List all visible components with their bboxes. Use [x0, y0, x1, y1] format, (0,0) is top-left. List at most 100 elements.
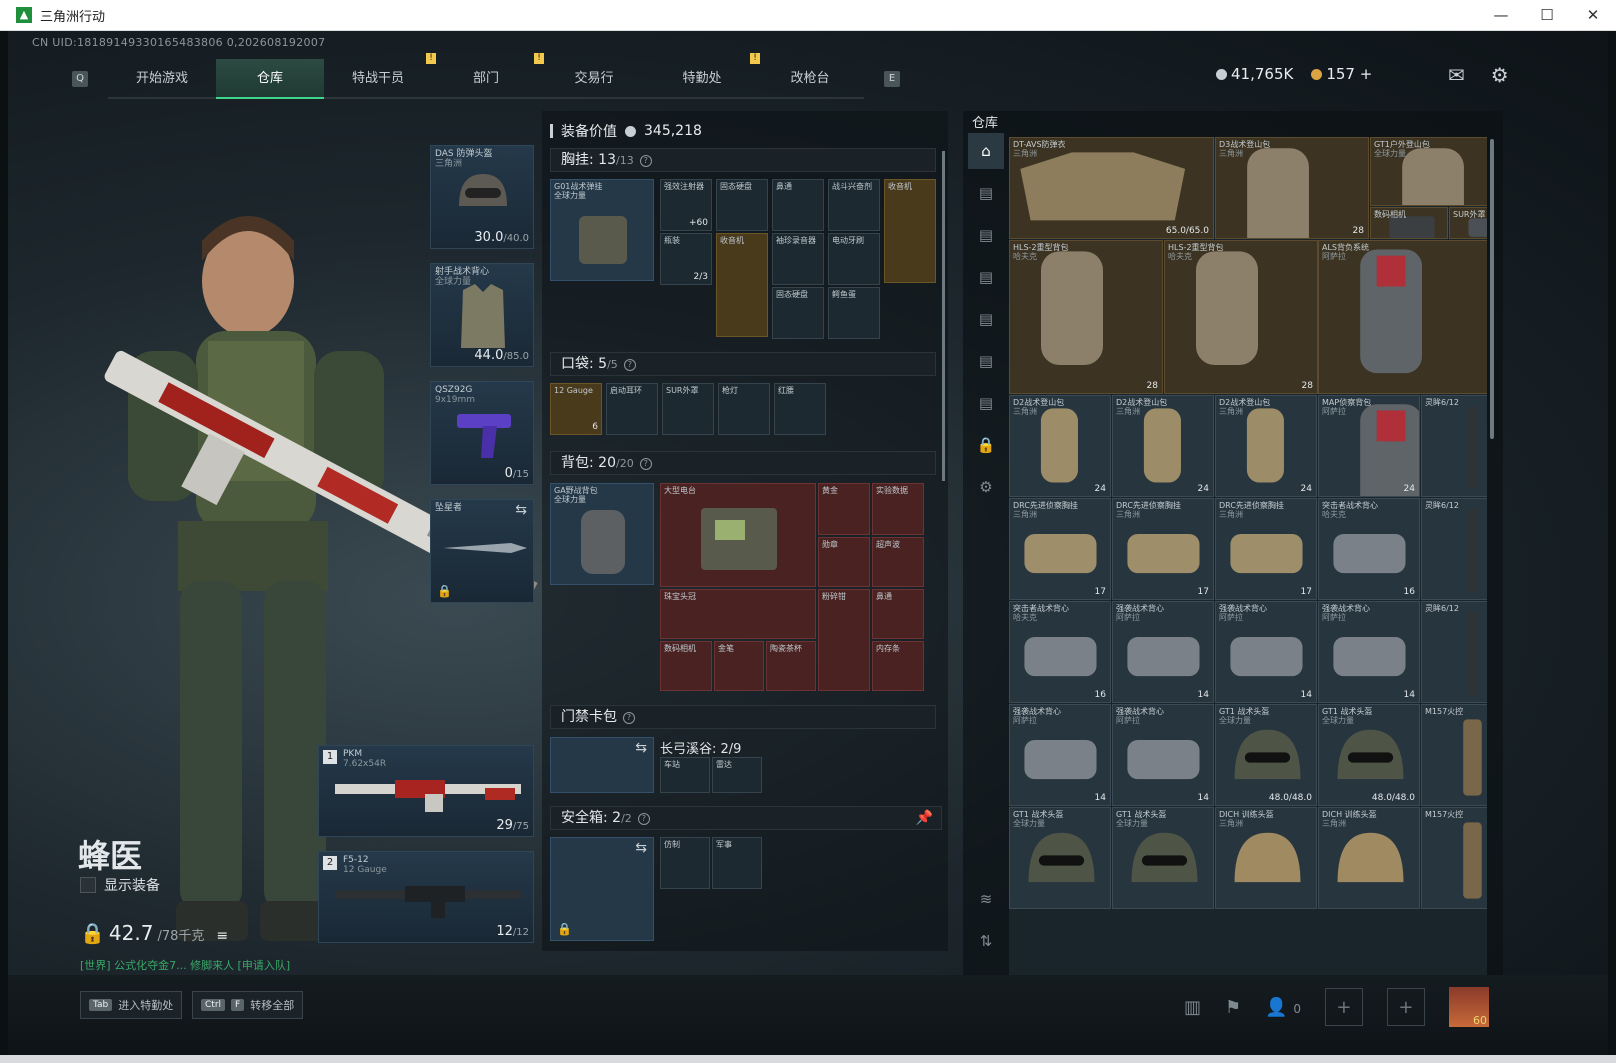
squad-button[interactable]: 👤 0 [1265, 997, 1301, 1018]
premium-coin[interactable]: 157 + [1311, 65, 1372, 83]
chest-item[interactable]: 电动牙刷 [828, 233, 880, 285]
add-currency-button[interactable]: + [1360, 65, 1373, 83]
warehouse-item[interactable]: GT1 战术头盔 全球力量 [1009, 807, 1111, 909]
minimize-button[interactable]: — [1478, 0, 1524, 31]
transfer-all-button[interactable]: Ctrl F 转移全部 [192, 991, 304, 1019]
warehouse-item[interactable]: GT1 战术头盔 全球力量 [1112, 807, 1214, 909]
warehouse-item[interactable]: D2战术登山包 三角洲 24 [1009, 395, 1111, 497]
helmet-slot[interactable]: DAS 防弹头盔 三角洲 30.0/40.0 [430, 145, 534, 249]
melee-slot[interactable]: 坠星者 ⇆ 🔒 [430, 499, 534, 603]
swap-icon[interactable]: ⇆ [635, 840, 647, 856]
pistol-slot[interactable]: QSZ92G 9x19mm 0/15 [430, 381, 534, 485]
safebox-case[interactable]: ⇆ 🔒 [550, 837, 654, 941]
checkbox-icon[interactable] [80, 877, 96, 893]
chest-item[interactable]: 鼻通 [772, 179, 824, 231]
close-button[interactable]: ✕ [1570, 0, 1616, 31]
swap-icon[interactable]: ⇆ [635, 740, 647, 756]
warehouse-item[interactable]: 突击者战术背心 哈夫克 16 [1318, 498, 1420, 600]
pin-icon[interactable]: 📌 [916, 807, 933, 829]
secondary-weapon-slot[interactable]: 2 F5-12 12 Gauge 12/12 [318, 851, 534, 943]
pocket-item[interactable]: SUR外罩 [662, 383, 714, 435]
backpack-item[interactable]: 数码相机 [660, 641, 712, 691]
chest-rig-item[interactable]: G01战术弹挂 全球力量 [550, 179, 654, 281]
havoc-coin[interactable]: 41,765K [1216, 65, 1293, 83]
tab-gunsmith[interactable]: 改枪台 [756, 59, 864, 99]
warehouse-item[interactable]: M157火控 [1421, 704, 1487, 806]
help-icon[interactable]: ? [637, 813, 650, 825]
safebox-item[interactable]: 军事 [712, 837, 762, 889]
warehouse-tab-4[interactable]: ▤ [968, 259, 1004, 295]
warehouse-item[interactable]: SUR外罩 [1449, 207, 1487, 239]
backpack-item[interactable]: GA野战背包 全球力量 [550, 483, 654, 585]
warehouse-item[interactable]: D3战术登山包 三角洲 28 [1215, 137, 1369, 239]
warehouse-tab-6[interactable]: ▤ [968, 343, 1004, 379]
warehouse-item[interactable]: D2战术登山包 三角洲 24 [1112, 395, 1214, 497]
warehouse-tab-locked[interactable]: 🔒 [968, 427, 1004, 463]
help-icon[interactable]: ? [639, 458, 652, 470]
backpack-item[interactable]: 实验数据 [872, 483, 924, 535]
warehouse-item[interactable]: DRC先进侦察胸挂 三角洲 17 [1009, 498, 1111, 600]
warehouse-item[interactable]: GT1户外登山包全球力量25 [1370, 137, 1487, 206]
tab-market[interactable]: 交易行 [540, 59, 648, 99]
warehouse-item[interactable]: 灵眸6/12 [1421, 395, 1487, 497]
warehouse-item[interactable]: 灵眸6/12 [1421, 601, 1487, 703]
maximize-button[interactable]: ☐ [1524, 0, 1570, 31]
tab-warehouse[interactable]: 仓库 [216, 59, 324, 99]
chest-item[interactable]: 袖珍录音器 [772, 233, 824, 285]
warehouse-item[interactable]: 灵眸6/12 [1421, 498, 1487, 600]
help-icon[interactable]: ? [639, 155, 652, 167]
show-gear-toggle[interactable]: 显示装备 [80, 875, 160, 895]
list-icon[interactable]: ≡ [216, 928, 228, 944]
enter-special-ops-button[interactable]: Tab 进入特勤处 [80, 991, 183, 1019]
warehouse-scrollbar[interactable] [1490, 139, 1494, 439]
swap-icon[interactable]: ⇆ [515, 502, 527, 518]
warehouse-tab-2[interactable]: ▤ [968, 175, 1004, 211]
chest-item[interactable]: 鳄鱼蛋 [828, 287, 880, 339]
warehouse-item[interactable]: 强袭战术背心 阿萨拉 14 [1009, 704, 1111, 806]
loadout-scrollbar[interactable] [942, 151, 945, 481]
add-teammate-button[interactable]: + [1386, 988, 1425, 1026]
chest-item[interactable]: 战斗兴奋剂 [828, 179, 880, 231]
warehouse-item[interactable]: 强袭战术背心 阿萨拉 14 [1112, 704, 1214, 806]
backpack-item[interactable]: 勋章 [818, 537, 870, 587]
avatar[interactable]: 60 [1448, 987, 1489, 1027]
warehouse-item[interactable]: MAP侦察背包 阿萨拉 24 [1318, 395, 1420, 497]
gear-icon[interactable]: ⚙ [1491, 63, 1509, 87]
armor-slot[interactable]: 射手战术背心 全球力量 44.0/85.0 [430, 263, 534, 367]
pocket-item[interactable]: 启动耳环 [606, 383, 658, 435]
warehouse-item[interactable]: 突击者战术背心 哈夫克 16 [1009, 601, 1111, 703]
backpack-item[interactable]: 大型电台 [660, 483, 816, 587]
help-icon[interactable]: ? [623, 359, 636, 371]
warehouse-tab-3[interactable]: ▤ [968, 217, 1004, 253]
warehouse-item[interactable]: 强袭战术背心 阿萨拉 14 [1112, 601, 1214, 703]
chest-item[interactable]: 收音机 [716, 233, 768, 337]
tab-operators[interactable]: 特战干员! [324, 53, 436, 99]
warehouse-item[interactable]: DRC先进侦察胸挂 三角洲 17 [1215, 498, 1317, 600]
keycard-item[interactable]: 雷达 [712, 757, 762, 793]
mail-icon[interactable]: ✉ [1448, 63, 1465, 87]
add-teammate-button[interactable]: + [1324, 988, 1363, 1026]
backpack-item[interactable]: 金笔 [714, 641, 764, 691]
warehouse-tab-7[interactable]: ▤ [968, 385, 1004, 421]
chest-item[interactable]: 固态硬盘 [716, 179, 768, 231]
keycard-case[interactable]: ⇆ [550, 737, 654, 793]
warehouse-item[interactable]: GT1 战术头盔 全球力量 48.0/48.0 [1215, 704, 1317, 806]
warehouse-item[interactable]: DICH 训练头盔 三角洲 [1215, 807, 1317, 909]
pocket-item[interactable]: 12 Gauge 6 [550, 383, 602, 435]
warehouse-item[interactable]: M157火控 [1421, 807, 1487, 909]
chest-item[interactable]: 固态硬盘 [772, 287, 824, 339]
warehouse-item[interactable]: HLS-2重型背包 哈夫克 28 [1164, 240, 1318, 394]
primary-weapon-slot[interactable]: 1 PKM 7.62x54R 29/75 [318, 745, 534, 837]
backpack-item[interactable]: 超声波 [872, 537, 924, 587]
pocket-item[interactable]: 枪灯 [718, 383, 770, 435]
backpack-item[interactable]: 粉碎钳 [818, 589, 870, 691]
nav-prev-key[interactable]: Q [72, 71, 88, 87]
help-icon[interactable]: ? [623, 712, 635, 724]
warehouse-item[interactable]: 强袭战术背心 阿萨拉 14 [1215, 601, 1317, 703]
warehouse-item[interactable]: DRC先进侦察胸挂 三角洲 17 [1112, 498, 1214, 600]
stats-icon[interactable]: ▥ [1184, 997, 1201, 1018]
tab-department[interactable]: 部门! [432, 53, 544, 99]
chest-item[interactable]: 收音机 [884, 179, 936, 283]
tab-start-game[interactable]: 开始游戏 [108, 59, 216, 99]
warehouse-tab-5[interactable]: ▤ [968, 301, 1004, 337]
